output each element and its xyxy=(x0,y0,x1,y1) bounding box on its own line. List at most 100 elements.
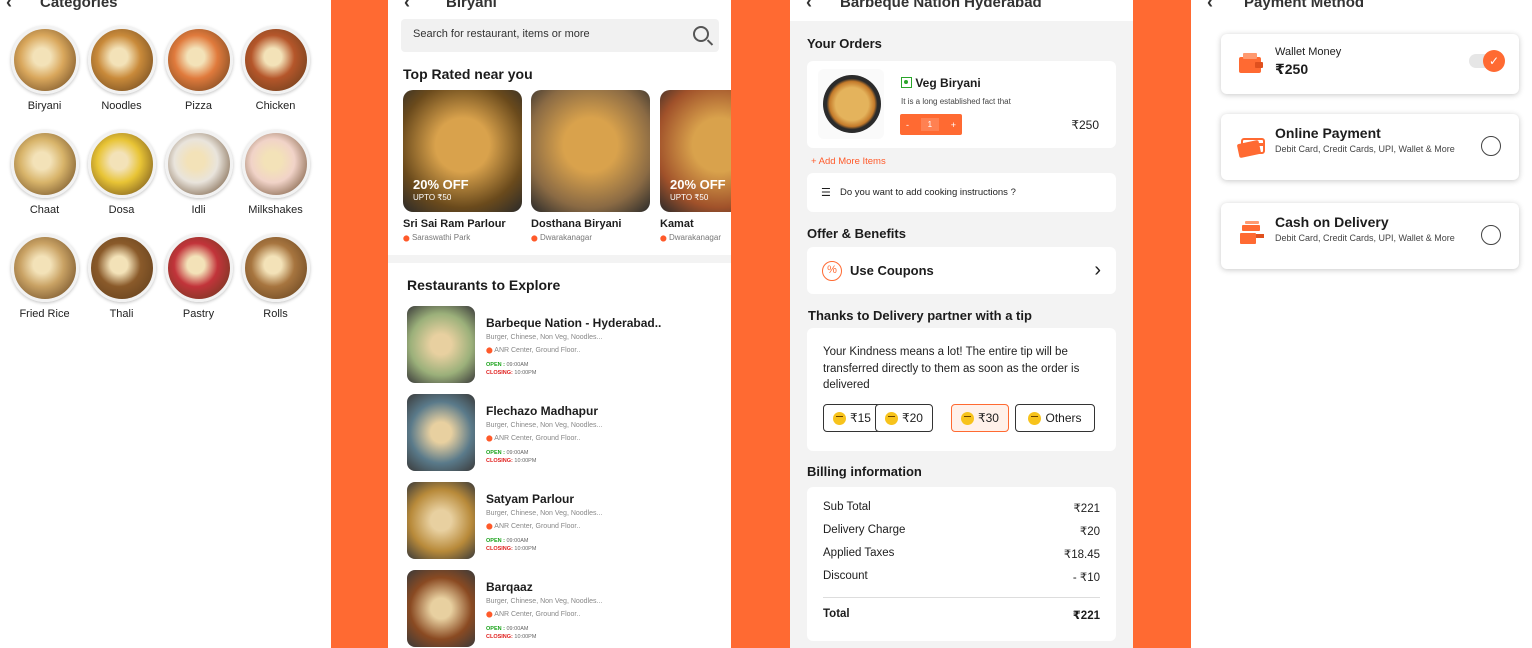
category-label: Biryani xyxy=(27,100,62,112)
emoji-icon xyxy=(961,411,974,425)
offer-badge: 20% OFF xyxy=(670,177,726,192)
restaurant-list-item[interactable]: Flechazo Madhapur Burger, Chinese, Non Ve… xyxy=(407,394,727,472)
cooking-instructions-label: Do you want to add cooking instructions … xyxy=(840,187,1016,198)
restaurant-address: ANR Center, Ground Floor.. xyxy=(494,435,581,442)
restaurant-list-item[interactable]: Satyam Parlour Burger, Chinese, Non Veg, … xyxy=(407,482,727,560)
cash-on-delivery-option[interactable]: Cash on Delivery Debit Card, Credit Card… xyxy=(1221,203,1519,269)
category-label: Fried Rice xyxy=(19,308,70,320)
online-payment-subtitle: Debit Card, Credit Cards, UPI, Wallet & … xyxy=(1275,144,1455,154)
restaurant-name: Flechazo Madhapur xyxy=(486,404,599,418)
category-item[interactable]: Noodles xyxy=(83,26,160,112)
category-label: Idli xyxy=(191,204,206,216)
back-arrow-icon[interactable]: ‹ xyxy=(404,0,410,13)
category-image xyxy=(241,234,310,302)
restaurant-cuisines: Burger, Chinese, Non Veg, Noodles... xyxy=(486,422,603,429)
tip-option[interactable]: ₹20 xyxy=(875,404,933,432)
location-pin-icon: ⬤ xyxy=(486,612,493,618)
category-item[interactable]: Rolls xyxy=(237,234,314,320)
category-item[interactable]: Idli xyxy=(160,130,237,216)
category-label: Chaat xyxy=(29,204,60,216)
billing-value: - ₹10 xyxy=(1072,572,1100,584)
top-rated-card[interactable]: Dosthana Biryani ⬤ Dwarakanagar xyxy=(531,90,651,242)
wallet-label: Wallet Money xyxy=(1275,46,1342,58)
category-item[interactable]: Milkshakes xyxy=(237,130,314,216)
cart-screen: ‹ Barbeque Nation Hyderabad Your Orders … xyxy=(790,0,1133,648)
online-payment-title: Online Payment xyxy=(1275,125,1381,141)
tip-option[interactable]: ₹30 xyxy=(951,404,1009,432)
total-row: Total ₹221 xyxy=(823,608,1100,622)
order-item-card: Veg Biryani It is a long established fac… xyxy=(807,61,1116,148)
category-item[interactable]: Chaat xyxy=(6,130,83,216)
tip-label: ₹15 xyxy=(850,411,871,425)
category-item[interactable]: Dosa xyxy=(83,130,160,216)
search-icon[interactable] xyxy=(693,26,709,42)
use-coupons-button[interactable]: % Use Coupons › xyxy=(807,247,1116,294)
restaurant-location: Dwarakanagar xyxy=(668,233,721,242)
billing-label: Discount xyxy=(823,570,868,582)
billing-value: ₹20 xyxy=(1079,526,1100,538)
cart-header: ‹ Barbeque Nation Hyderabad xyxy=(790,0,1133,21)
restaurant-image xyxy=(407,306,475,383)
item-price: ₹250 xyxy=(1071,118,1099,132)
category-image xyxy=(164,234,233,302)
tip-option[interactable]: Others xyxy=(1015,404,1095,432)
category-grid: Biryani Noodles Pizza Chicken Chaat Dosa Idli M… xyxy=(6,26,326,320)
top-rated-card[interactable]: 20% OFF UPTO ₹50 Sri Sai Ram Parlour ⬤ Sara… xyxy=(403,90,523,242)
category-label: Rolls xyxy=(263,308,288,320)
add-more-items-link[interactable]: + Add More Items xyxy=(811,156,886,167)
wallet-toggle[interactable]: ✓ xyxy=(1469,50,1505,72)
online-payment-radio[interactable] xyxy=(1481,136,1501,156)
cod-radio[interactable] xyxy=(1481,225,1501,245)
restaurant-image xyxy=(407,482,475,559)
tip-label: Others xyxy=(1045,411,1082,425)
veg-biryani-image xyxy=(823,75,881,133)
back-arrow-icon[interactable]: ‹ xyxy=(6,0,12,13)
tip-option[interactable]: ₹15 xyxy=(823,404,881,432)
category-image xyxy=(10,130,79,198)
page-title: Payment Method xyxy=(1244,0,1365,11)
category-image xyxy=(87,130,156,198)
category-image xyxy=(241,26,310,94)
notes-icon: ☰ xyxy=(821,187,831,199)
category-item[interactable]: Biryani xyxy=(6,26,83,112)
page-title: Biryani xyxy=(446,0,497,11)
qty-minus-button[interactable]: - xyxy=(906,120,909,130)
billing-row: Sub Total ₹221 xyxy=(823,501,1100,515)
category-item[interactable]: Pastry xyxy=(160,234,237,320)
category-item[interactable]: Thali xyxy=(83,234,160,320)
search-input[interactable]: Search for restaurant, items or more xyxy=(401,19,719,52)
category-item[interactable]: Pizza xyxy=(160,26,237,112)
orange-band xyxy=(731,0,790,648)
emoji-icon xyxy=(885,411,898,425)
biryani-screen: ‹ Biryani Search for restaurant, items o… xyxy=(388,0,731,648)
restaurant-cuisines: Burger, Chinese, Non Veg, Noodles... xyxy=(486,598,603,605)
wallet-option[interactable]: Wallet Money ₹250 ✓ xyxy=(1221,34,1519,94)
offer-badge: 20% OFF xyxy=(413,177,469,192)
category-item[interactable]: Fried Rice xyxy=(6,234,83,320)
back-arrow-icon[interactable]: ‹ xyxy=(1207,0,1213,13)
cooking-instructions-button[interactable]: ☰ Do you want to add cooking instruction… xyxy=(807,173,1116,212)
billing-value: ₹18.45 xyxy=(1063,549,1100,561)
cod-subtitle: Debit Card, Credit Cards, UPI, Wallet & … xyxy=(1275,233,1455,243)
quantity-stepper[interactable]: - 1 + xyxy=(900,114,962,135)
category-label: Dosa xyxy=(108,204,135,216)
restaurant-cuisines: Burger, Chinese, Non Veg, Noodles... xyxy=(486,510,603,517)
back-arrow-icon[interactable]: ‹ xyxy=(806,0,812,13)
qty-plus-button[interactable]: + xyxy=(951,120,956,130)
categories-header: ‹ Categories xyxy=(0,0,331,22)
restaurant-name: Barbeque Nation - Hyderabad.. xyxy=(486,316,662,330)
category-image xyxy=(164,26,233,94)
location-pin-icon: ⬤ xyxy=(486,524,493,530)
online-payment-option[interactable]: Online Payment Debit Card, Credit Cards,… xyxy=(1221,114,1519,180)
category-item[interactable]: Chicken xyxy=(237,26,314,112)
location-pin-icon: ⬤ xyxy=(486,348,493,354)
billing-row: Discount - ₹10 xyxy=(823,570,1100,584)
closing-time: CLOSING: 10:00PM xyxy=(486,546,537,552)
restaurant-list-item[interactable]: Barqaaz Burger, Chinese, Non Veg, Noodles… xyxy=(407,570,727,648)
category-image xyxy=(87,234,156,302)
open-time: OPEN : 09:00AM xyxy=(486,450,529,456)
emoji-icon xyxy=(1028,411,1042,425)
closing-time: CLOSING: 10:00PM xyxy=(486,370,537,376)
restaurant-list-item[interactable]: Barbeque Nation - Hyderabad.. Burger, Chi… xyxy=(407,306,727,384)
top-rated-card[interactable]: 20% OFF UPTO ₹50 Kamat ⬤ Dwarakanagar xyxy=(660,90,731,242)
